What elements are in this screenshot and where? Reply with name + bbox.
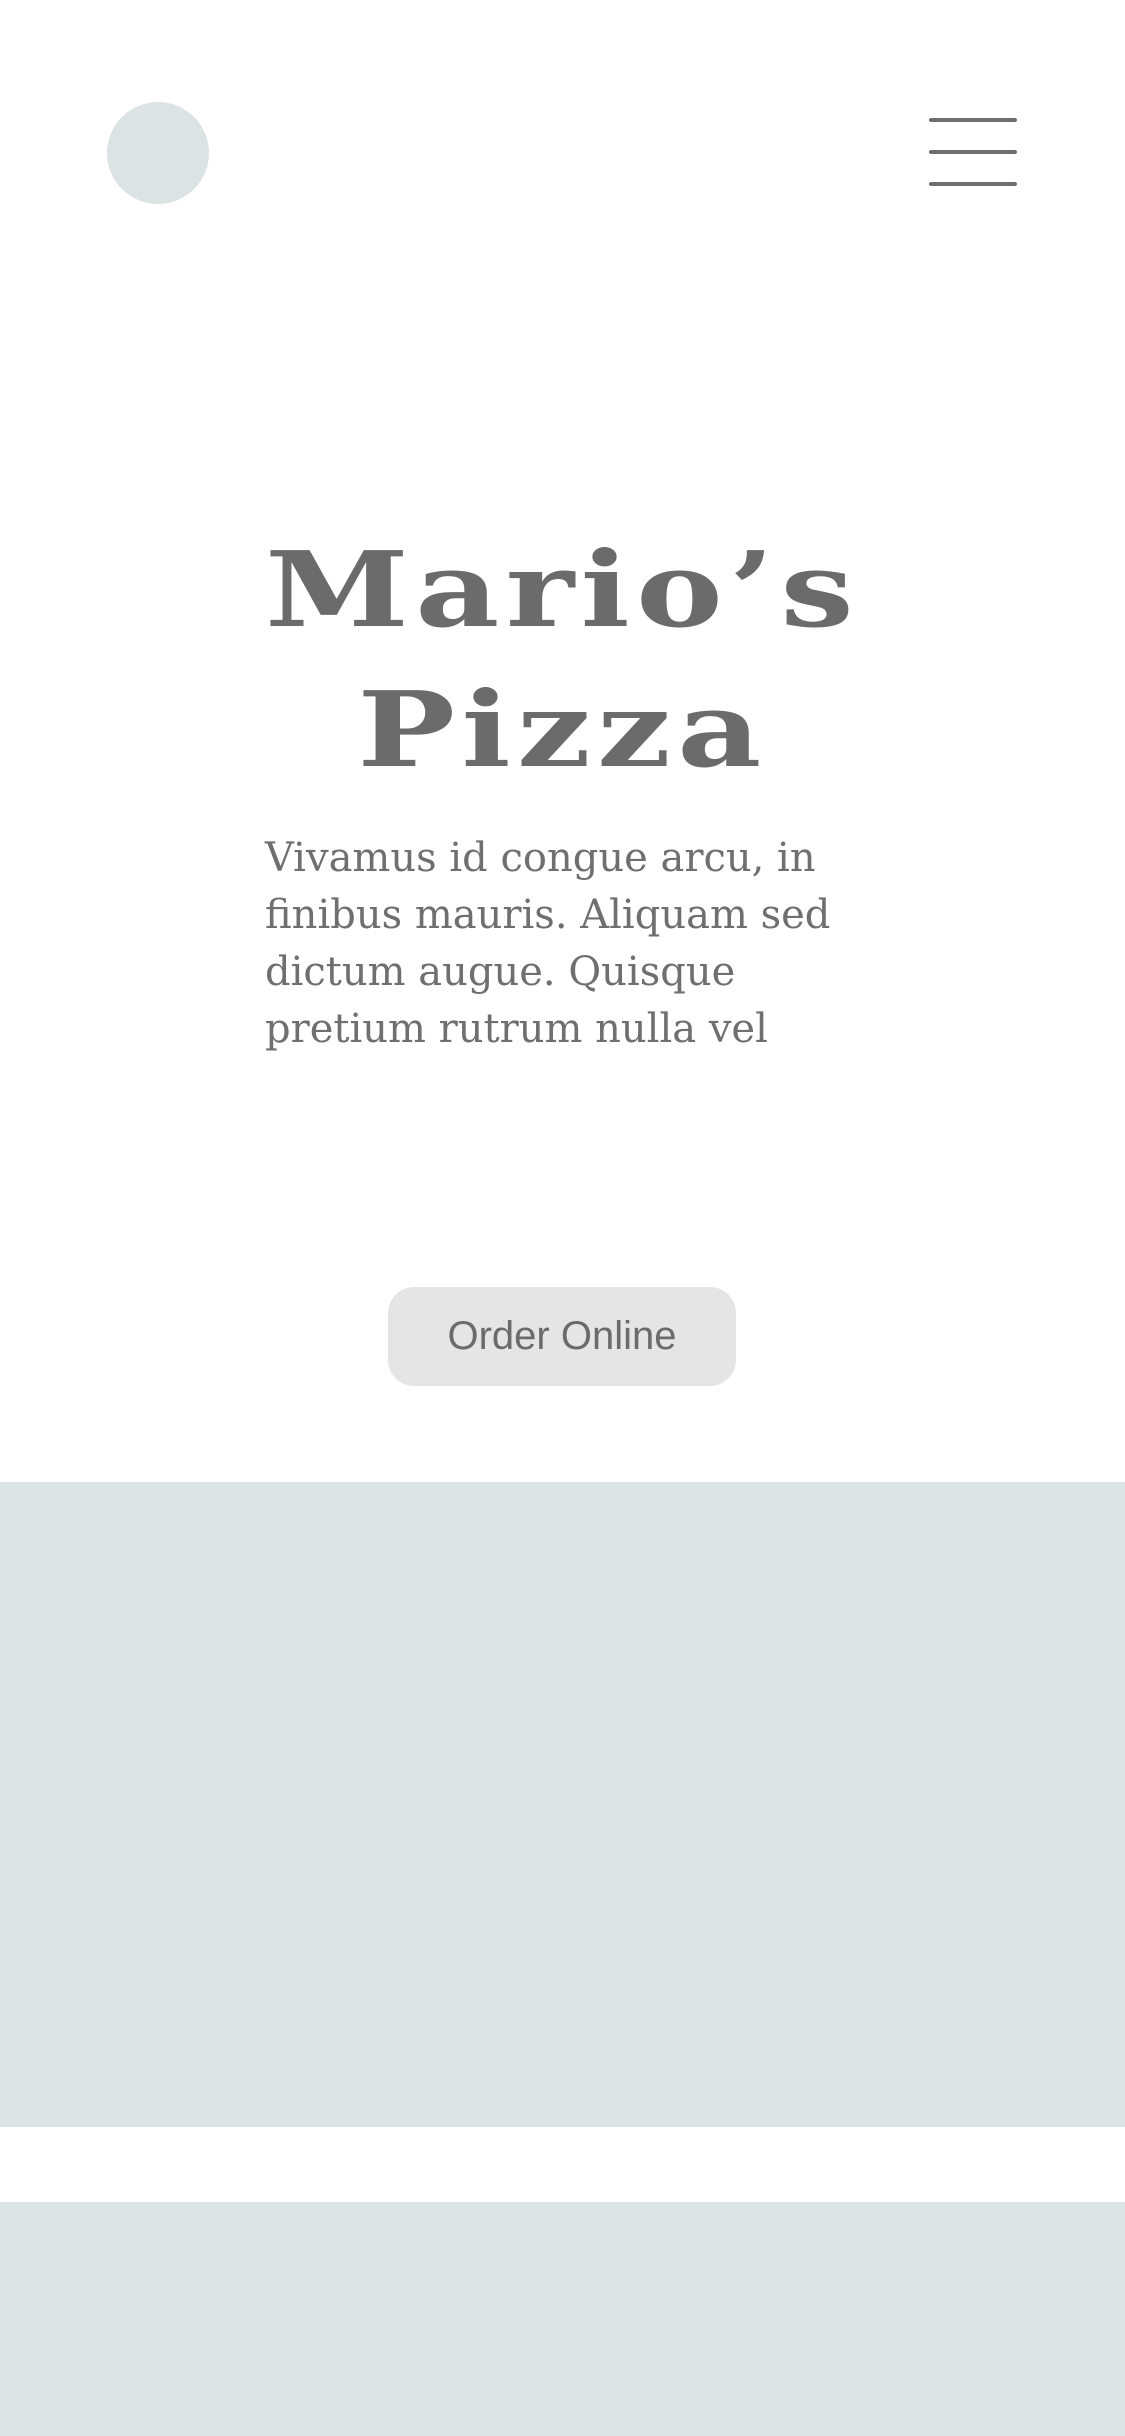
order-online-button[interactable]: Order Online xyxy=(388,1287,736,1386)
hero-section: Mario’s Pizza Vivamus id congue arcu, in… xyxy=(0,480,1125,1400)
menu-bar-middle xyxy=(929,150,1017,154)
site-header xyxy=(0,0,1125,300)
image-placeholder-block xyxy=(0,2202,1125,2436)
title-line-1: Mario’s xyxy=(265,528,860,651)
title-line-2: Pizza xyxy=(357,668,768,791)
logo-placeholder[interactable] xyxy=(107,102,209,204)
hero-description: Vivamus id congue arcu, in finibus mauri… xyxy=(265,835,831,1052)
menu-bar-bottom xyxy=(929,182,1017,186)
menu-bar-top xyxy=(929,118,1017,122)
page-title: Mario’s Pizza xyxy=(0,520,1125,800)
image-placeholder-block xyxy=(0,1482,1125,2127)
hamburger-menu-icon[interactable] xyxy=(929,116,1017,188)
